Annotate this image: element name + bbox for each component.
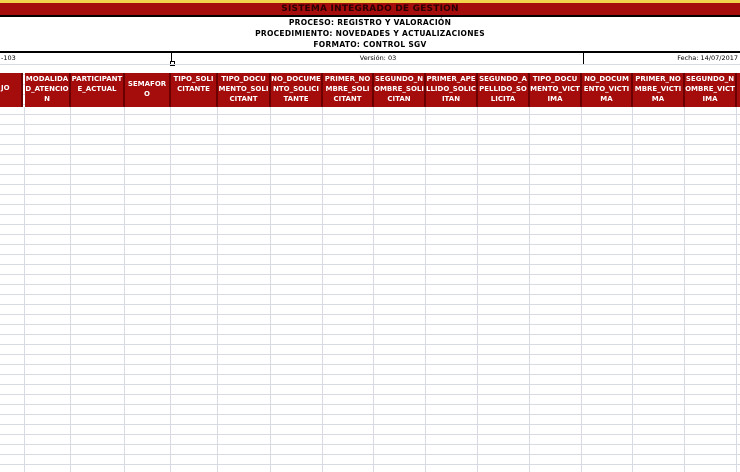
column-header[interactable]: SEGUNDO_APELLIDO_SOLICITA (478, 73, 530, 107)
column-header[interactable]: PRIMER_APELLIDO_SOLICITAN (426, 73, 478, 107)
column-header[interactable]: PRIMER_NOMBRE_SOLICITANT (323, 73, 374, 107)
version-cell[interactable]: Versión: 03 (173, 52, 584, 64)
spreadsheet-grid[interactable] (0, 64, 740, 472)
column-header[interactable]: NO_DOCUMENTO_SOLICITANTE (271, 73, 323, 107)
grid-column-line (425, 107, 426, 472)
grid-column-line (529, 107, 530, 472)
grid-column-line (373, 107, 374, 472)
grid-column-line (270, 107, 271, 472)
column-header[interactable]: TIPO_DOCUMENTO_VICTIMA (530, 73, 582, 107)
fecha-cell[interactable]: Fecha: 14/07/2017 (584, 52, 740, 64)
grid-column-line (477, 107, 478, 472)
grid-column-line (632, 107, 633, 472)
grid-column-line (322, 107, 323, 472)
grid-column-line (684, 107, 685, 472)
grid-column-line (124, 107, 125, 472)
column-header[interactable]: PARTICIPANTE_ACTUAL (71, 73, 125, 107)
grid-column-line (581, 107, 582, 472)
column-header[interactable]: SEGUNDO_NOMBRE_SOLICITAN (374, 73, 426, 107)
sheet-title: SISTEMA INTEGRADO DE GESTION (0, 3, 740, 17)
grid-column-line (736, 107, 737, 472)
column-header[interactable]: SEMAFORO (125, 73, 171, 107)
column-header[interactable]: MODALIDAD_ATENCION (25, 73, 71, 107)
grid-column-line (217, 107, 218, 472)
column-header[interactable]: TIPO_DOCUMENTO_SOLICITANT (218, 73, 271, 107)
column-header[interactable]: JO (0, 73, 23, 107)
column-header[interactable]: SEGUNDO_NOMBRE_VICTIMA (685, 73, 737, 107)
meta-row: -103 Versión: 03 Fecha: 14/07/2017 (0, 51, 740, 65)
column-header[interactable]: PRIMER_NOMBRE_VICTIMA (633, 73, 685, 107)
codigo-cell[interactable]: -103 (0, 52, 172, 64)
column-header[interactable]: NO_DOCUMENTO_VICTIMA (582, 73, 633, 107)
column-header[interactable]: TIPO_SOLICITANTE (171, 73, 218, 107)
grid-column-line (24, 107, 25, 472)
grid-column-line (70, 107, 71, 472)
grid-column-line (170, 107, 171, 472)
